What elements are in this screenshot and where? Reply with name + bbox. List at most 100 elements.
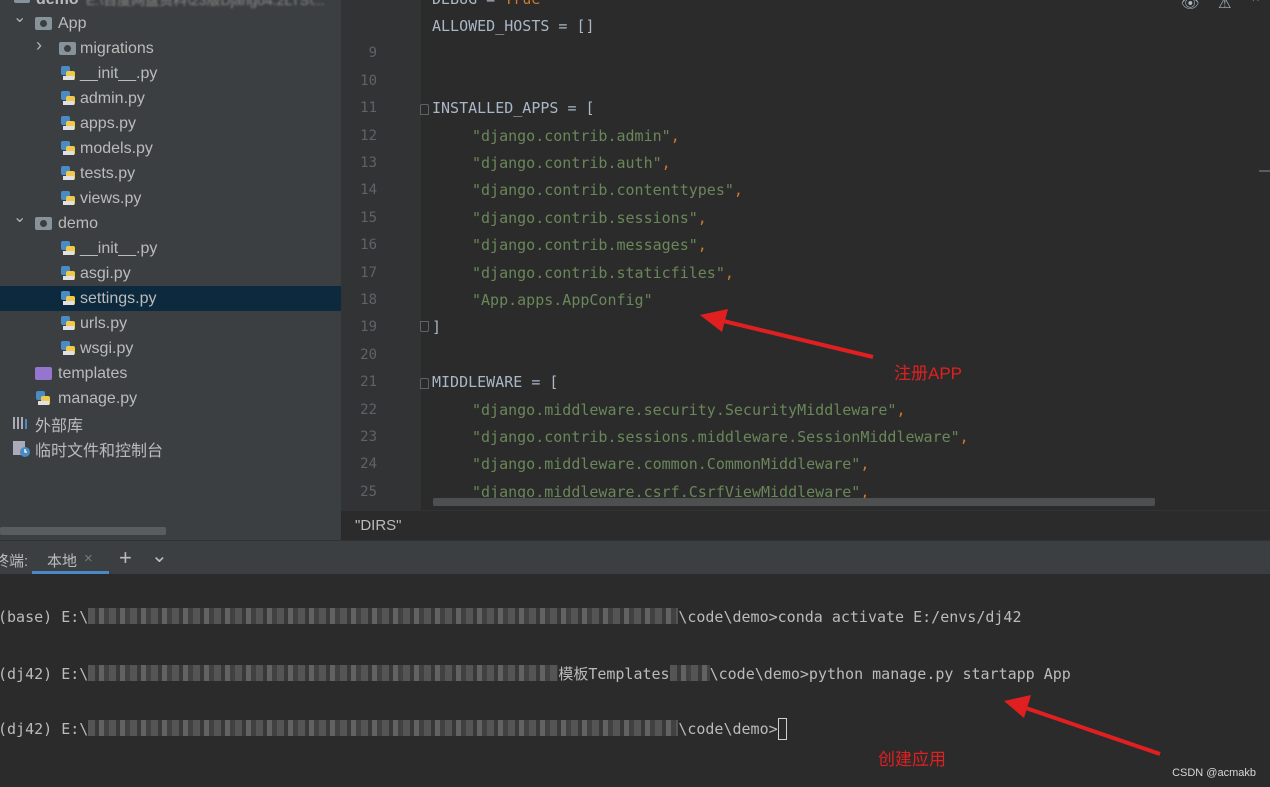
chevron-up-icon[interactable]: ⌃ (1249, 0, 1262, 12)
line-number: 18 (360, 292, 377, 308)
line-number: 16 (360, 237, 377, 254)
python-file-icon (60, 265, 76, 281)
terminal-tab-bar: 终端: 本地 × + ⌄ (0, 540, 1270, 575)
tree-item-wsgi-py[interactable]: wsgi.py (0, 336, 341, 361)
annotation-create-app: 创建应用 (878, 750, 946, 769)
tree-item-label: 外部库 (35, 417, 84, 435)
code-line: "django.contrib.messages", (472, 236, 707, 255)
tree-item-[interactable]: 外部库 (0, 411, 341, 436)
code-line: MIDDLEWARE = [ (432, 373, 559, 392)
line-number: 23 (360, 429, 377, 445)
editor-breadcrumb[interactable]: "DIRS" (341, 510, 1270, 541)
line-number: 22 (360, 401, 377, 418)
tree-item-label: tests.py (80, 164, 136, 182)
project-tree: demo E:\百度网盘资料\23版Django4.2LTS\... ⌄ App ›… (0, 0, 341, 540)
python-file-icon (60, 140, 76, 156)
tree-root-label: demo (36, 0, 79, 9)
tree-item-views-py[interactable]: views.py (0, 186, 341, 211)
python-file-icon (60, 65, 76, 81)
terminal-line-3: (dj42) E:\ \code\demo> (0, 718, 787, 740)
tree-item-init-py[interactable]: __init__.py (0, 61, 341, 86)
breadcrumb-item[interactable]: "DIRS" (355, 517, 402, 534)
line-number: 12 (360, 127, 377, 144)
watermark: CSDN @acmakb (1172, 767, 1256, 779)
tree-item-label: asgi.py (80, 264, 131, 282)
line-number: 20 (360, 346, 377, 363)
template-folder-icon (35, 367, 52, 380)
tree-item-label: manage.py (58, 389, 138, 407)
tree-item-asgi-py[interactable]: asgi.py (0, 261, 341, 286)
tree-item-settings-py[interactable]: settings.py (0, 286, 341, 311)
tree-item-label: templates (58, 364, 128, 382)
tree-item-label: __init__.py (80, 64, 158, 82)
tree-item-label: wsgi.py (80, 339, 134, 357)
code-line: "django.contrib.admin", (472, 126, 680, 145)
tree-item-label: settings.py (80, 289, 157, 307)
code-editor[interactable]: 9 10 11 12 13 14 15 16 17 18 19 20 21 22 23 24 25 DEBUG … (341, 0, 1270, 510)
tree-item-apps-py[interactable]: apps.py (0, 111, 341, 136)
chevron-down-icon[interactable]: ⌄ (151, 543, 168, 568)
tree-item-models-py[interactable]: models.py (0, 136, 341, 161)
library-icon (12, 415, 30, 431)
warning-icon[interactable]: ⚠ (1218, 0, 1231, 12)
tree-item-label: __init__.py (80, 239, 158, 257)
tree-item-urls-py[interactable]: urls.py (0, 311, 341, 336)
line-number: 10 (360, 72, 377, 89)
tree-item-label: views.py (80, 189, 142, 207)
tree-item-label: 临时文件和控制台 (35, 442, 164, 460)
add-tab-icon[interactable]: + (119, 545, 132, 571)
line-gutter: 9 10 11 12 13 14 15 16 17 18 19 20 21 22 23 24 25 (341, 0, 421, 510)
tree-item-label: models.py (80, 139, 153, 157)
tab-local[interactable]: 本地 (47, 550, 77, 571)
tree-root-path: E:\百度网盘资料\23版Django4.2LTS\... (86, 0, 325, 10)
folder-icon (59, 42, 76, 55)
code-line: "App.apps.AppConfig" (472, 291, 653, 309)
redacted-path (88, 665, 559, 681)
tree-item-label: migrations (80, 39, 154, 57)
chevron-down-icon[interactable]: ⌄ (13, 10, 26, 26)
folder-icon (35, 17, 52, 30)
terminal-line-2: (dj42) E:\ 模板Templates \code\demo>python m… (0, 665, 1071, 683)
python-file-icon (60, 165, 76, 181)
editor-inspection-widget[interactable]: 👁 ⚠ ⌃ (1181, 0, 1262, 12)
tree-item-admin-py[interactable]: admin.py (0, 86, 341, 111)
tree-item-label: demo (58, 214, 99, 232)
tree-item-migrations[interactable]: › migrations (0, 36, 341, 61)
redacted-path (669, 665, 710, 681)
code-line: "django.contrib.staticfiles", (472, 263, 734, 282)
fold-marker-installed-apps[interactable] (420, 104, 429, 115)
tree-item-init-py[interactable]: __init__.py (0, 236, 341, 261)
code-line: "django.contrib.auth", (472, 154, 671, 172)
terminal-line-1: (base) E:\ \code\demo>conda activate E:/e… (0, 608, 1022, 626)
tree-item-manage-py[interactable]: manage.py (0, 386, 341, 411)
chevron-right-icon[interactable]: › (36, 36, 46, 54)
tree-item-demo[interactable]: ⌄ demo (0, 210, 341, 236)
close-icon[interactable]: × (84, 550, 93, 567)
fold-marker-middleware[interactable] (420, 378, 429, 389)
fold-marker-installed-apps-end[interactable] (420, 321, 429, 332)
line-number: 13 (360, 155, 377, 171)
python-file-icon (35, 390, 51, 406)
reader-mode-icon[interactable]: 👁 (1181, 0, 1200, 12)
scratches-icon (12, 440, 30, 457)
python-file-icon (60, 240, 76, 256)
line-number: 9 (368, 45, 377, 62)
python-file-icon (60, 90, 76, 106)
editor-horizontal-scrollbar[interactable] (433, 498, 1155, 506)
chevron-down-icon[interactable]: ⌄ (13, 210, 26, 226)
line-number: 11 (360, 100, 377, 117)
tree-item-app[interactable]: ⌄ App (0, 10, 341, 36)
tree-item-[interactable]: 临时文件和控制台 (0, 436, 341, 461)
code-line-debug: DEBUG = True (432, 0, 540, 8)
redacted-path (88, 720, 679, 736)
terminal-output[interactable]: (base) E:\ \code\demo>conda activate E:/e… (0, 574, 1270, 787)
line-number: 17 (360, 264, 377, 281)
python-file-icon (60, 315, 76, 331)
code-line: "django.middleware.security.SecurityMidd… (472, 400, 906, 419)
line-number: 19 (360, 319, 377, 336)
tree-item-tests-py[interactable]: tests.py (0, 161, 341, 186)
tree-item-templates[interactable]: templates (0, 361, 341, 386)
python-file-icon (60, 340, 76, 356)
tree-item-label: App (58, 14, 87, 32)
sidebar-scrollbar[interactable] (0, 527, 166, 535)
